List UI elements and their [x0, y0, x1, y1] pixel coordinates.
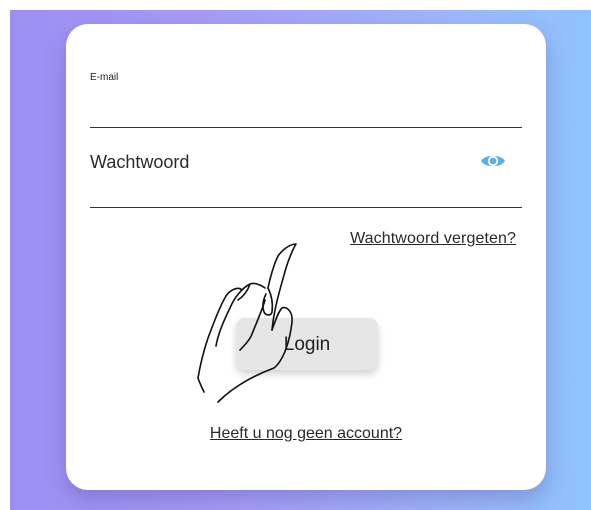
gradient-background: E-mail Wachtwoord Wachtwoord vergeten? L…: [10, 10, 591, 510]
email-field[interactable]: E-mail: [90, 58, 522, 128]
login-button[interactable]: Login: [236, 318, 378, 370]
email-underline: [90, 126, 522, 128]
password-field[interactable]: Wachtwoord: [90, 138, 522, 208]
signup-link[interactable]: Heeft u nog geen account?: [66, 425, 546, 443]
forgot-password-link[interactable]: Wachtwoord vergeten?: [350, 230, 516, 248]
login-card: E-mail Wachtwoord Wachtwoord vergeten? L…: [66, 24, 546, 490]
eye-icon[interactable]: [480, 152, 506, 170]
email-label: E-mail: [90, 72, 119, 83]
password-underline: [90, 206, 522, 208]
password-placeholder: Wachtwoord: [90, 152, 190, 172]
